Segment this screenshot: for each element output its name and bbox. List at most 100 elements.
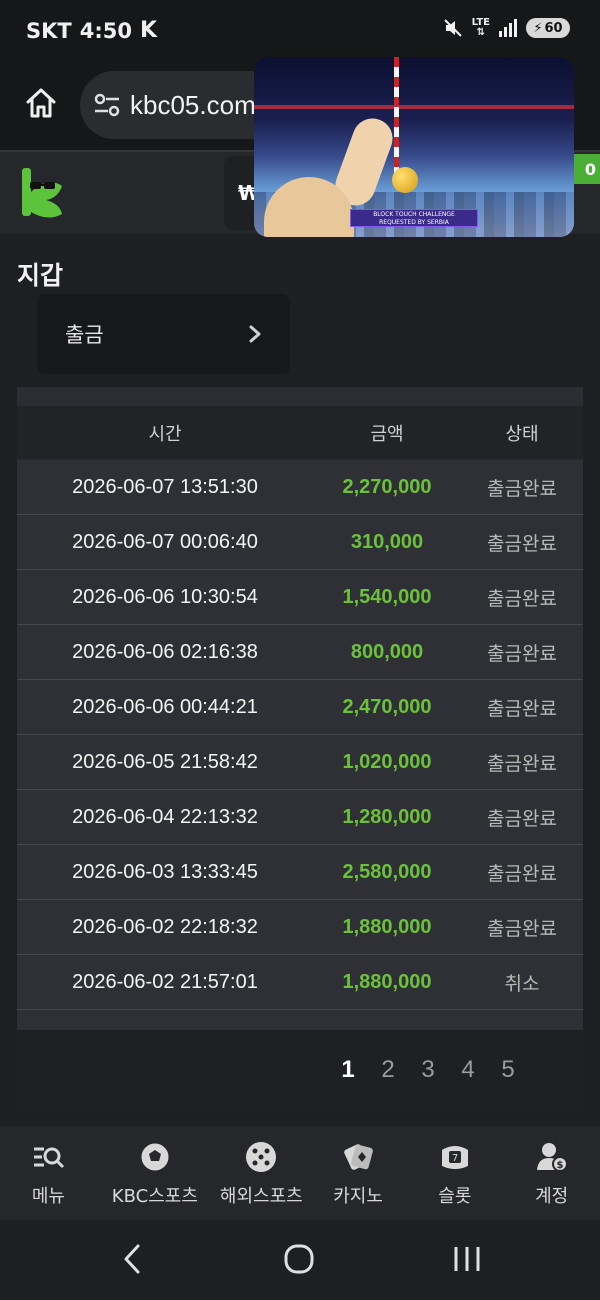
badge-text: 0: [584, 159, 596, 179]
home-icon[interactable]: [24, 86, 58, 120]
table-bottom-padding: [17, 1010, 583, 1030]
status-bar: SKT 4:50 K LTE ⇅ ⚡ 60: [0, 0, 600, 62]
table-row[interactable]: 2026-06-06 00:44:21 2,470,000 출금완료: [17, 680, 583, 735]
row-status: 출금완료: [487, 752, 557, 775]
volleyball: [392, 167, 418, 193]
table-row[interactable]: 2026-06-03 13:33:45 2,580,000 출금완료: [17, 845, 583, 900]
bottom-navigation: 메뉴 KBC스포츠 해외스포츠 카지노 7 슬롯 $ 계정: [0, 1126, 600, 1220]
row-status: 출금완료: [487, 862, 557, 885]
table-row[interactable]: 2026-06-07 13:51:30 2,270,000 출금완료: [17, 460, 583, 515]
row-amount: 1,540,000: [342, 585, 432, 608]
row-time: 2026-06-07 00:06:40: [72, 530, 258, 553]
nav-label: KBC스포츠: [111, 1186, 198, 1207]
row-status: 출금완료: [487, 917, 557, 940]
row-status: 출금완료: [487, 587, 557, 610]
challenge-banner: BLOCK TOUCH CHALLENGE REQUESTED BY SERBI…: [350, 209, 478, 227]
row-time: 2026-06-04 22:13:32: [72, 805, 258, 828]
table-row[interactable]: 2026-06-06 02:16:38 800,000 출금완료: [17, 625, 583, 680]
row-time: 2026-06-06 00:44:21: [72, 695, 258, 718]
cards-icon: [341, 1140, 375, 1174]
slot-machine-icon: 7: [438, 1140, 472, 1174]
banner-line1: BLOCK TOUCH CHALLENGE: [373, 211, 455, 218]
page-4-button[interactable]: 4: [457, 1056, 479, 1084]
site-settings-icon[interactable]: [94, 93, 120, 117]
header-amount: 금액: [370, 423, 404, 445]
nav-item-menu-search[interactable]: 메뉴: [0, 1126, 97, 1220]
row-time: 2026-06-02 21:57:01: [72, 970, 258, 993]
account-icon: $: [535, 1140, 569, 1174]
system-navigation-bar: [0, 1220, 600, 1300]
pagination-pages: 12345: [337, 1056, 519, 1084]
svg-text:7: 7: [452, 1153, 458, 1164]
row-amount: 2,580,000: [342, 860, 432, 883]
back-icon[interactable]: [120, 1242, 144, 1276]
table-header: 시간 금액 상태: [17, 406, 583, 459]
status-right: LTE ⇅ ⚡ 60: [443, 18, 570, 38]
nav-label: 해외스포츠: [219, 1186, 303, 1207]
table-body: 2026-06-07 13:51:30 2,270,000 출금완료 2026-06-…: [17, 460, 583, 1030]
battery-level: 60: [544, 20, 563, 36]
url-text[interactable]: kbc05.com: [130, 90, 256, 121]
nav-label: 슬롯: [438, 1186, 472, 1207]
row-status: 출금완료: [487, 807, 557, 830]
pip-video-player[interactable]: BLOCK TOUCH CHALLENGE REQUESTED BY SERBI…: [254, 57, 574, 237]
home-circle-icon[interactable]: [284, 1244, 314, 1274]
row-status: 출금완료: [487, 477, 557, 500]
nav-item-soccer-ball[interactable]: KBC스포츠: [97, 1126, 213, 1220]
card-top-strip: [17, 387, 583, 406]
header-status: 상태: [505, 423, 539, 445]
page-5-button[interactable]: 5: [497, 1056, 519, 1084]
nav-item-account[interactable]: $ 계정: [503, 1126, 600, 1220]
table-row[interactable]: 2026-06-07 00:06:40 310,000 출금완료: [17, 515, 583, 570]
signal-icon: [499, 19, 517, 37]
nav-item-slot-machine[interactable]: 7 슬롯: [406, 1126, 503, 1220]
header-time: 시간: [148, 423, 182, 445]
row-status: 출금완료: [487, 642, 557, 665]
lte-icon: LTE ⇅: [472, 18, 490, 38]
table-row[interactable]: 2026-06-02 22:18:32 1,880,000 출금완료: [17, 900, 583, 955]
table-row[interactable]: 2026-06-02 21:57:01 1,880,000 취소: [17, 955, 583, 1010]
row-time: 2026-06-06 10:30:54: [72, 585, 258, 608]
withdraw-button[interactable]: 출금: [37, 294, 290, 374]
withdraw-label: 출금: [65, 323, 104, 347]
page-1-button[interactable]: 1: [337, 1056, 359, 1084]
row-status: 취소: [504, 972, 540, 995]
row-time: 2026-06-05 21:58:42: [72, 750, 258, 773]
dice-icon: [244, 1140, 278, 1174]
k-app-icon: K: [139, 18, 158, 43]
row-time: 2026-06-06 02:16:38: [72, 640, 258, 663]
row-amount: 800,000: [350, 640, 424, 663]
data-arrows-icon: ⇅: [476, 27, 485, 38]
nav-item-dice[interactable]: 해외스포츠: [213, 1126, 310, 1220]
soccer-ball-icon: [138, 1140, 172, 1174]
recent-apps-icon[interactable]: [452, 1244, 482, 1274]
row-amount: 310,000: [350, 530, 424, 553]
nav-label: 계정: [535, 1186, 569, 1207]
withdrawal-history-card: 시간 금액 상태 2026-06-07 13:51:30 2,270,000 출금완…: [17, 387, 583, 1110]
table-row[interactable]: 2026-06-04 22:13:32 1,280,000 출금완료: [17, 790, 583, 845]
chevron-right-icon: [249, 325, 261, 343]
row-status: 출금완료: [487, 697, 557, 720]
banner-line2: REQUESTED BY SERBIA: [379, 219, 449, 226]
table-row[interactable]: 2026-06-06 10:30:54 1,540,000 출금완료: [17, 570, 583, 625]
carrier-label: SKT: [26, 18, 72, 43]
row-amount: 2,270,000: [342, 475, 432, 498]
row-amount: 1,280,000: [342, 805, 432, 828]
status-left: SKT 4:50 K: [26, 18, 157, 43]
page-2-button[interactable]: 2: [377, 1056, 399, 1084]
nav-item-cards[interactable]: 카지노: [310, 1126, 407, 1220]
clock: 4:50: [79, 18, 132, 43]
nav-label: 카지노: [333, 1186, 383, 1207]
mute-icon: [443, 19, 462, 37]
pagination: 12345: [17, 1030, 583, 1110]
page-3-button[interactable]: 3: [417, 1056, 439, 1084]
svg-text:$: $: [556, 1160, 563, 1171]
page-title: 지갑: [17, 261, 64, 290]
row-amount: 1,880,000: [342, 970, 432, 993]
kbc-logo[interactable]: [18, 162, 68, 222]
table-row[interactable]: 2026-06-05 21:58:42 1,020,000 출금완료: [17, 735, 583, 790]
nav-label: 메뉴: [31, 1186, 65, 1207]
row-amount: 1,880,000: [342, 915, 432, 938]
row-time: 2026-06-03 13:33:45: [72, 860, 258, 883]
row-amount: 1,020,000: [342, 750, 432, 773]
